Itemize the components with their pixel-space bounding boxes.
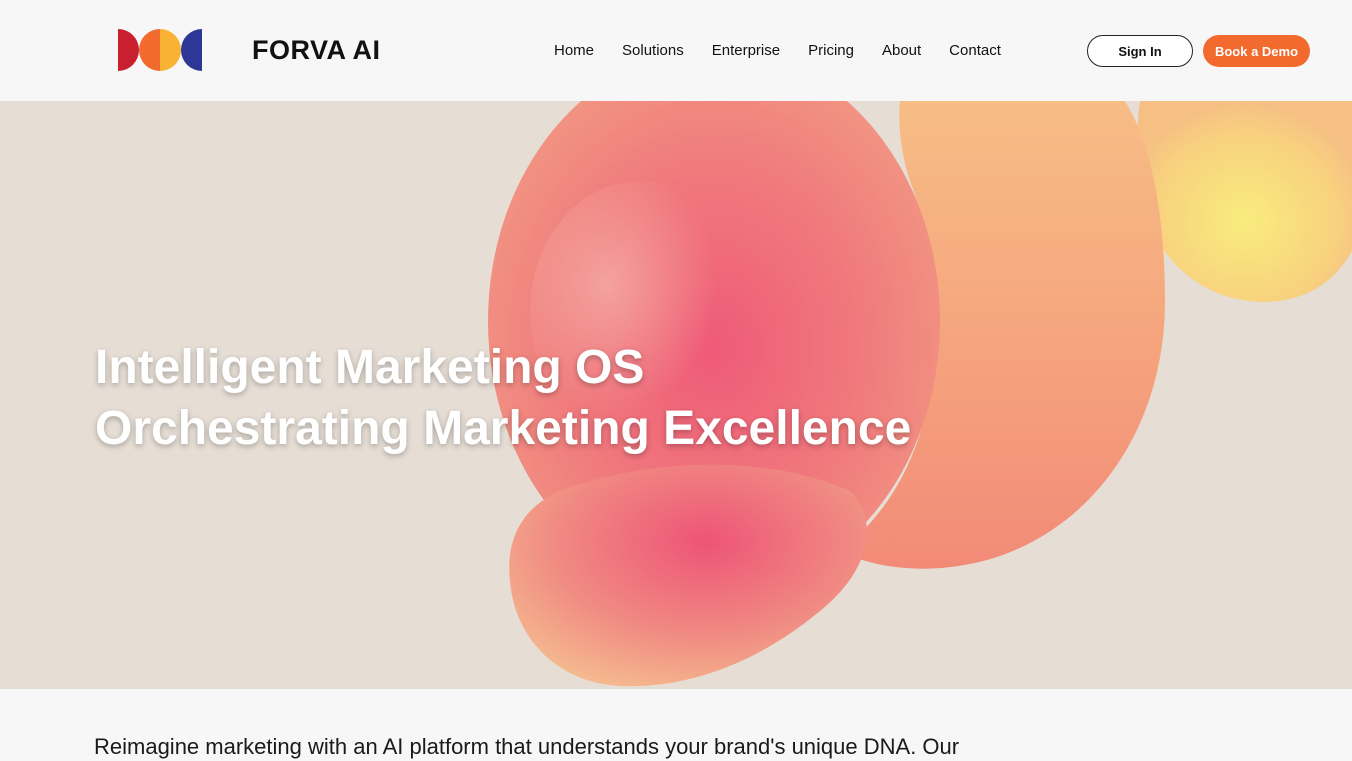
hero-title-line-1: Intelligent Marketing OS bbox=[95, 341, 645, 394]
nav-item-home[interactable]: Home bbox=[554, 40, 594, 62]
hero-section: Intelligent Marketing OS Orchestrating M… bbox=[0, 101, 1352, 689]
hero-title-line-2: Orchestrating Marketing Excellence bbox=[95, 402, 912, 455]
logo-icon[interactable] bbox=[118, 29, 202, 71]
brand-name[interactable]: FORVA AI bbox=[252, 33, 381, 67]
nav-item-solutions[interactable]: Solutions bbox=[622, 40, 684, 62]
nav-item-pricing[interactable]: Pricing bbox=[808, 40, 854, 62]
nav-item-about[interactable]: About bbox=[882, 40, 921, 62]
site-header: FORVA AI Home Solutions Enterprise Prici… bbox=[0, 0, 1352, 101]
nav-item-contact[interactable]: Contact bbox=[949, 40, 1001, 62]
hero-title: Intelligent Marketing OS Orchestrating M… bbox=[95, 337, 995, 459]
intro-paragraph: Reimagine marketing with an AI platform … bbox=[94, 734, 960, 759]
nav-item-enterprise[interactable]: Enterprise bbox=[712, 40, 780, 62]
book-demo-button[interactable]: Book a Demo bbox=[1203, 35, 1310, 67]
main-nav: Home Solutions Enterprise Pricing About … bbox=[554, 40, 1001, 62]
sign-in-button[interactable]: Sign In bbox=[1087, 35, 1193, 67]
